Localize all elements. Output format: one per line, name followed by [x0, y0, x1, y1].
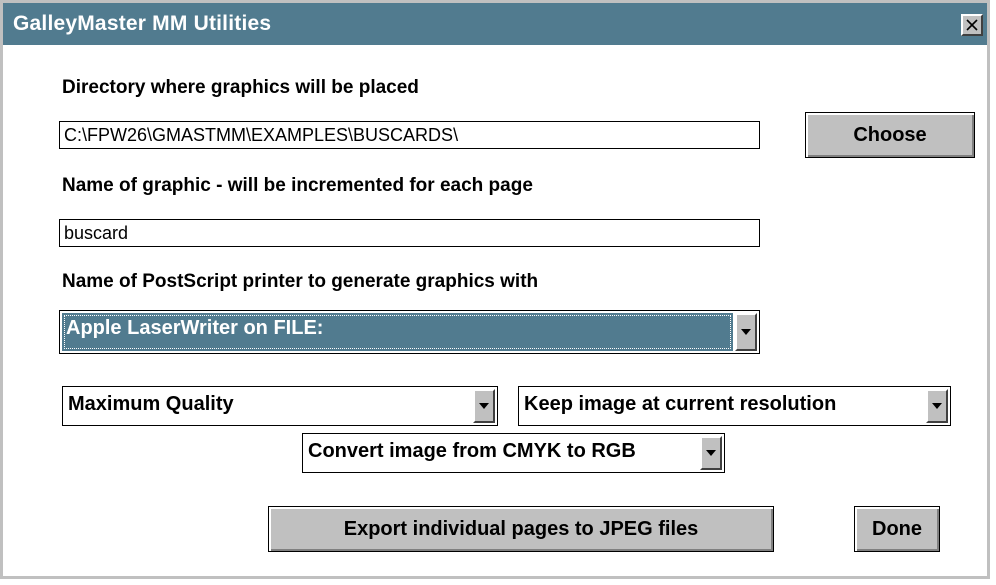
printer-selected-value: Apple LaserWriter on FILE: [66, 317, 324, 339]
quality-select[interactable]: Maximum Quality [62, 386, 498, 426]
printer-label: Name of PostScript printer to generate g… [62, 271, 539, 292]
chevron-down-icon [741, 329, 751, 335]
quality-selected-value: Maximum Quality [68, 393, 234, 415]
printer-dropdown-button[interactable] [735, 313, 757, 351]
graphic-name-label: Name of graphic - will be incremented fo… [62, 175, 533, 196]
resolution-dropdown-button[interactable] [926, 389, 948, 423]
resolution-selected-value: Keep image at current resolution [524, 393, 837, 415]
directory-input[interactable] [59, 121, 760, 149]
printer-select[interactable]: Apple LaserWriter on FILE: [59, 310, 760, 354]
resolution-select[interactable]: Keep image at current resolution [518, 386, 951, 426]
dialog-window: GalleyMaster MM Utilities Directory wher… [0, 0, 990, 579]
chevron-down-icon [479, 403, 489, 409]
close-icon [966, 19, 978, 31]
quality-dropdown-button[interactable] [473, 389, 495, 423]
color-conversion-selected-value: Convert image from CMYK to RGB [308, 440, 636, 462]
title-bar[interactable]: GalleyMaster MM Utilities [3, 3, 987, 45]
done-button[interactable]: Done [854, 506, 940, 552]
chevron-down-icon [932, 403, 942, 409]
choose-button[interactable]: Choose [805, 112, 975, 158]
directory-label: Directory where graphics will be placed [62, 77, 419, 98]
graphic-name-input[interactable] [59, 219, 760, 247]
close-button[interactable] [961, 14, 983, 36]
export-jpeg-button[interactable]: Export individual pages to JPEG files [268, 506, 774, 552]
color-conversion-select[interactable]: Convert image from CMYK to RGB [302, 433, 725, 473]
window-title: GalleyMaster MM Utilities [13, 12, 272, 35]
color-conversion-dropdown-button[interactable] [700, 436, 722, 470]
chevron-down-icon [706, 450, 716, 456]
